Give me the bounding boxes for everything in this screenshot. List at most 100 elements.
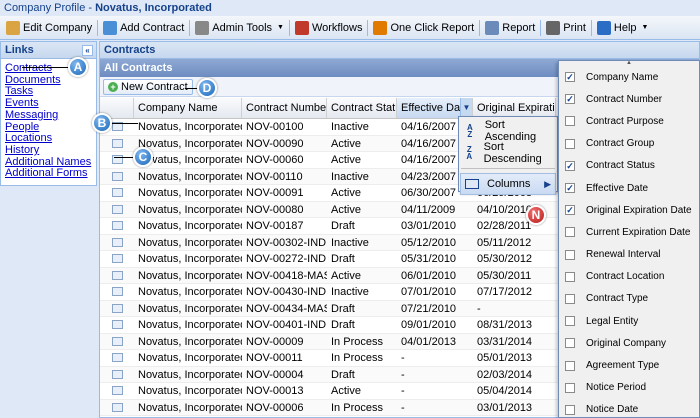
column-toggle-item[interactable]: Agreement Type <box>559 354 699 376</box>
table-cell: 04/11/2009 <box>401 203 456 216</box>
table-cell: - <box>401 368 405 381</box>
column-toggle-item[interactable]: Contract Location <box>559 266 699 288</box>
toolbar-button-7[interactable]: Help ▼ <box>593 18 653 38</box>
toolbar-button-3[interactable]: Workflows <box>291 18 367 38</box>
document-icon <box>485 20 500 35</box>
table-cell: 08/31/2013 <box>477 319 533 331</box>
toolbar-separator <box>97 19 99 36</box>
contract-icon[interactable] <box>111 270 123 280</box>
column-toggle-item[interactable]: ✓ Original Expiration Date <box>559 199 699 221</box>
column-toggle-item[interactable]: Legal Entity <box>559 310 699 332</box>
column-toggle-item[interactable]: Notice Date <box>559 399 699 418</box>
checkbox[interactable] <box>565 382 575 393</box>
checkbox[interactable]: ✓ <box>565 183 575 194</box>
table-cell: NOV-00004 <box>246 368 304 381</box>
contract-icon[interactable] <box>111 221 123 230</box>
column-header-2[interactable]: Contract Number <box>242 98 327 118</box>
column-toggle-item[interactable]: Current Expiration Date <box>559 221 699 243</box>
column-header-menu: AZ Sort Ascending ZA Sort Descending Col… <box>458 116 558 195</box>
contract-icon[interactable] <box>111 237 123 247</box>
table-cell: Inactive <box>331 170 369 183</box>
link-history[interactable]: History <box>5 144 92 157</box>
column-toggle-item[interactable]: ✓ Contract Status <box>559 155 699 177</box>
contract-icon[interactable] <box>111 386 123 395</box>
column-toggle-item[interactable]: Notice Period <box>559 377 699 399</box>
column-header-5[interactable]: Original Expiration Da <box>473 98 556 118</box>
table-cell: Novatus, Incorporated <box>138 368 242 381</box>
sort-descending-item[interactable]: ZA Sort Descending <box>459 141 557 165</box>
column-toggle-item[interactable]: Contract Type <box>559 288 699 310</box>
toolbar-button-4[interactable]: One Click Report <box>369 18 478 38</box>
wrench-icon <box>195 20 210 35</box>
table-cell: Active <box>331 137 361 150</box>
column-toggle-item[interactable]: Renewal Interval <box>559 244 699 266</box>
link-additional-forms[interactable]: Additional Forms <box>5 168 92 180</box>
collapse-icon[interactable]: « <box>82 45 93 56</box>
row-icon-cell <box>100 169 134 185</box>
toolbar-button-5[interactable]: Report <box>481 18 539 38</box>
checkbox[interactable] <box>565 271 575 282</box>
column-toggle-item[interactable]: Contract Group <box>559 133 699 155</box>
columns-menu-item[interactable]: Columns ▶ <box>460 173 556 195</box>
callout-b-line <box>108 123 138 124</box>
contract-icon[interactable] <box>111 336 123 346</box>
checkbox[interactable]: ✓ <box>565 160 575 171</box>
contract-icon[interactable] <box>111 369 123 379</box>
column-toggle-item[interactable]: ✓ Effective Date <box>559 177 699 199</box>
column-toggle-item[interactable]: ✓ Company Name <box>559 66 699 88</box>
link-messaging[interactable]: Messaging <box>5 109 92 122</box>
columns-icon <box>465 179 479 189</box>
title-prefix: Company Profile - <box>4 2 96 14</box>
checkbox[interactable] <box>565 116 575 127</box>
row-icon-cell <box>100 317 134 333</box>
toolbar-button-0[interactable]: Edit Company <box>2 18 96 38</box>
contract-icon[interactable] <box>111 138 123 148</box>
column-toggle-item[interactable]: ✓ Contract Number <box>559 88 699 110</box>
column-header-1[interactable]: Company Name <box>134 98 242 118</box>
contract-icon[interactable] <box>111 320 123 329</box>
column-header-3[interactable]: Contract Status <box>327 98 397 118</box>
contract-icon[interactable] <box>111 254 123 263</box>
checkbox[interactable] <box>565 360 575 371</box>
column-toggle-item[interactable]: Contract Purpose <box>559 110 699 132</box>
toolbar-button-1[interactable]: Add Contract <box>99 18 188 38</box>
contract-icon[interactable] <box>111 402 123 412</box>
table-cell: NOV-00090 <box>246 137 304 150</box>
toolbar-button-2[interactable]: Admin Tools ▼ <box>191 18 288 38</box>
sort-ascending-item[interactable]: AZ Sort Ascending <box>459 119 557 143</box>
checkbox[interactable]: ✓ <box>565 205 575 216</box>
links-header: Links « <box>1 42 96 59</box>
table-cell: NOV-00006 <box>246 401 304 414</box>
table-cell: Active <box>331 385 361 397</box>
links-header-label: Links <box>5 44 34 56</box>
table-cell: NOV-00011 <box>246 352 303 364</box>
column-toggle-label: Renewal Interval <box>586 249 661 261</box>
column-menu-trigger-icon[interactable]: ▼ <box>460 98 472 118</box>
contract-icon[interactable] <box>111 353 123 362</box>
column-toggle-label: Contract Location <box>586 271 665 283</box>
checkbox[interactable]: ✓ <box>565 72 575 83</box>
checkbox[interactable] <box>565 316 575 327</box>
toolbar-separator <box>189 19 191 36</box>
table-cell: Novatus, Incorporated <box>138 319 242 331</box>
checkbox[interactable] <box>565 249 575 260</box>
contract-icon[interactable] <box>111 303 123 313</box>
toolbar-button-6[interactable]: Print <box>542 18 590 38</box>
contract-icon[interactable] <box>111 171 123 181</box>
callout-n-badge: N <box>526 205 546 225</box>
checkbox[interactable]: ✓ <box>565 94 575 105</box>
checkbox[interactable] <box>565 404 575 415</box>
table-cell: 09/01/2010 <box>401 319 457 331</box>
callout-a-line <box>22 67 72 68</box>
checkbox[interactable] <box>565 293 575 304</box>
column-toggle-item[interactable]: Original Company <box>559 332 699 354</box>
checkbox[interactable] <box>565 227 575 238</box>
column-header-4[interactable]: Effective Date ▼ <box>397 98 473 118</box>
contract-icon[interactable] <box>111 287 123 296</box>
checkbox[interactable] <box>565 338 575 349</box>
checkbox[interactable] <box>565 138 575 149</box>
table-cell: 06/01/2010 <box>401 269 457 282</box>
contract-icon[interactable] <box>111 188 123 197</box>
contract-icon[interactable] <box>111 204 123 214</box>
new-contract-button[interactable]: + New Contract <box>103 78 193 95</box>
